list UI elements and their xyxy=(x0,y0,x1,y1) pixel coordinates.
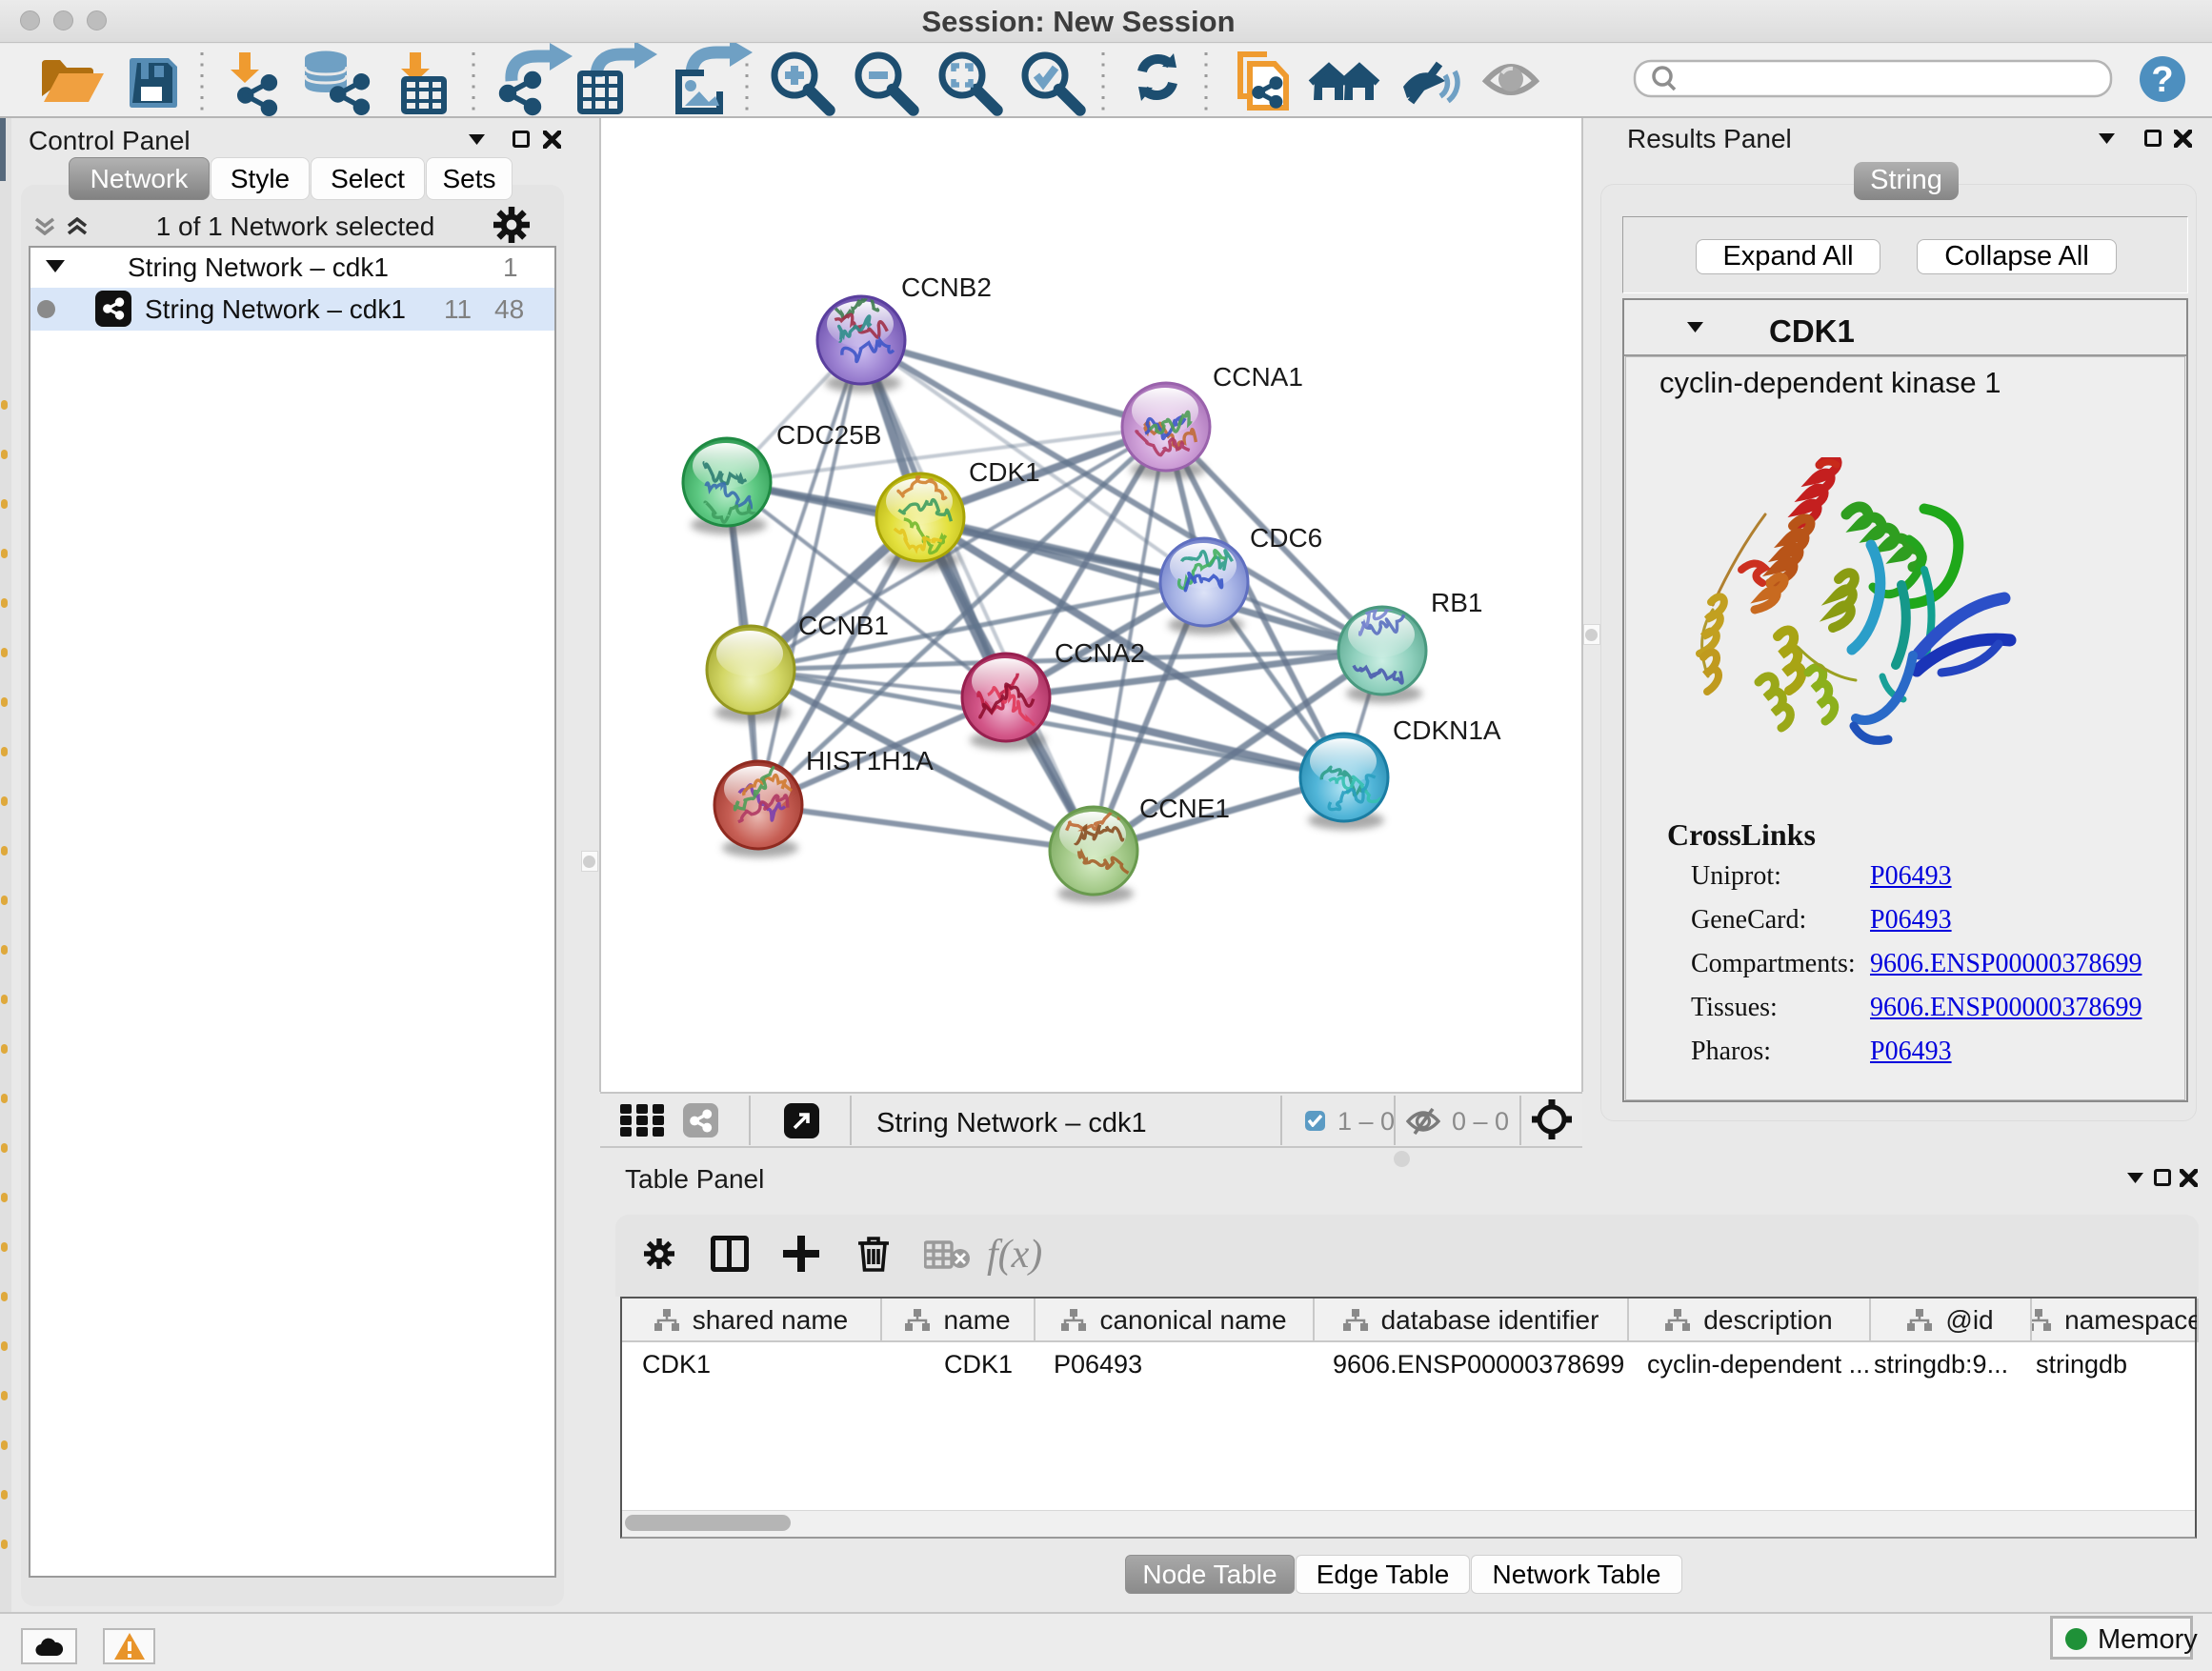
svg-text:CCNB1: CCNB1 xyxy=(798,611,889,640)
svg-text:?: ? xyxy=(2151,60,2173,100)
svg-text:CCNA1: CCNA1 xyxy=(1213,362,1303,392)
svg-text:CCNE1: CCNE1 xyxy=(1139,794,1230,823)
svg-text:CDK1: CDK1 xyxy=(969,457,1040,487)
svg-text:CCNB2: CCNB2 xyxy=(901,272,992,302)
svg-text:CCNA2: CCNA2 xyxy=(1055,638,1145,668)
svg-text:CDC25B: CDC25B xyxy=(776,420,881,450)
svg-text:CDKN1A: CDKN1A xyxy=(1393,715,1501,745)
svg-text:CDC6: CDC6 xyxy=(1250,523,1322,553)
svg-text:HIST1H1A: HIST1H1A xyxy=(806,746,934,775)
svg-text:RB1: RB1 xyxy=(1431,588,1482,617)
